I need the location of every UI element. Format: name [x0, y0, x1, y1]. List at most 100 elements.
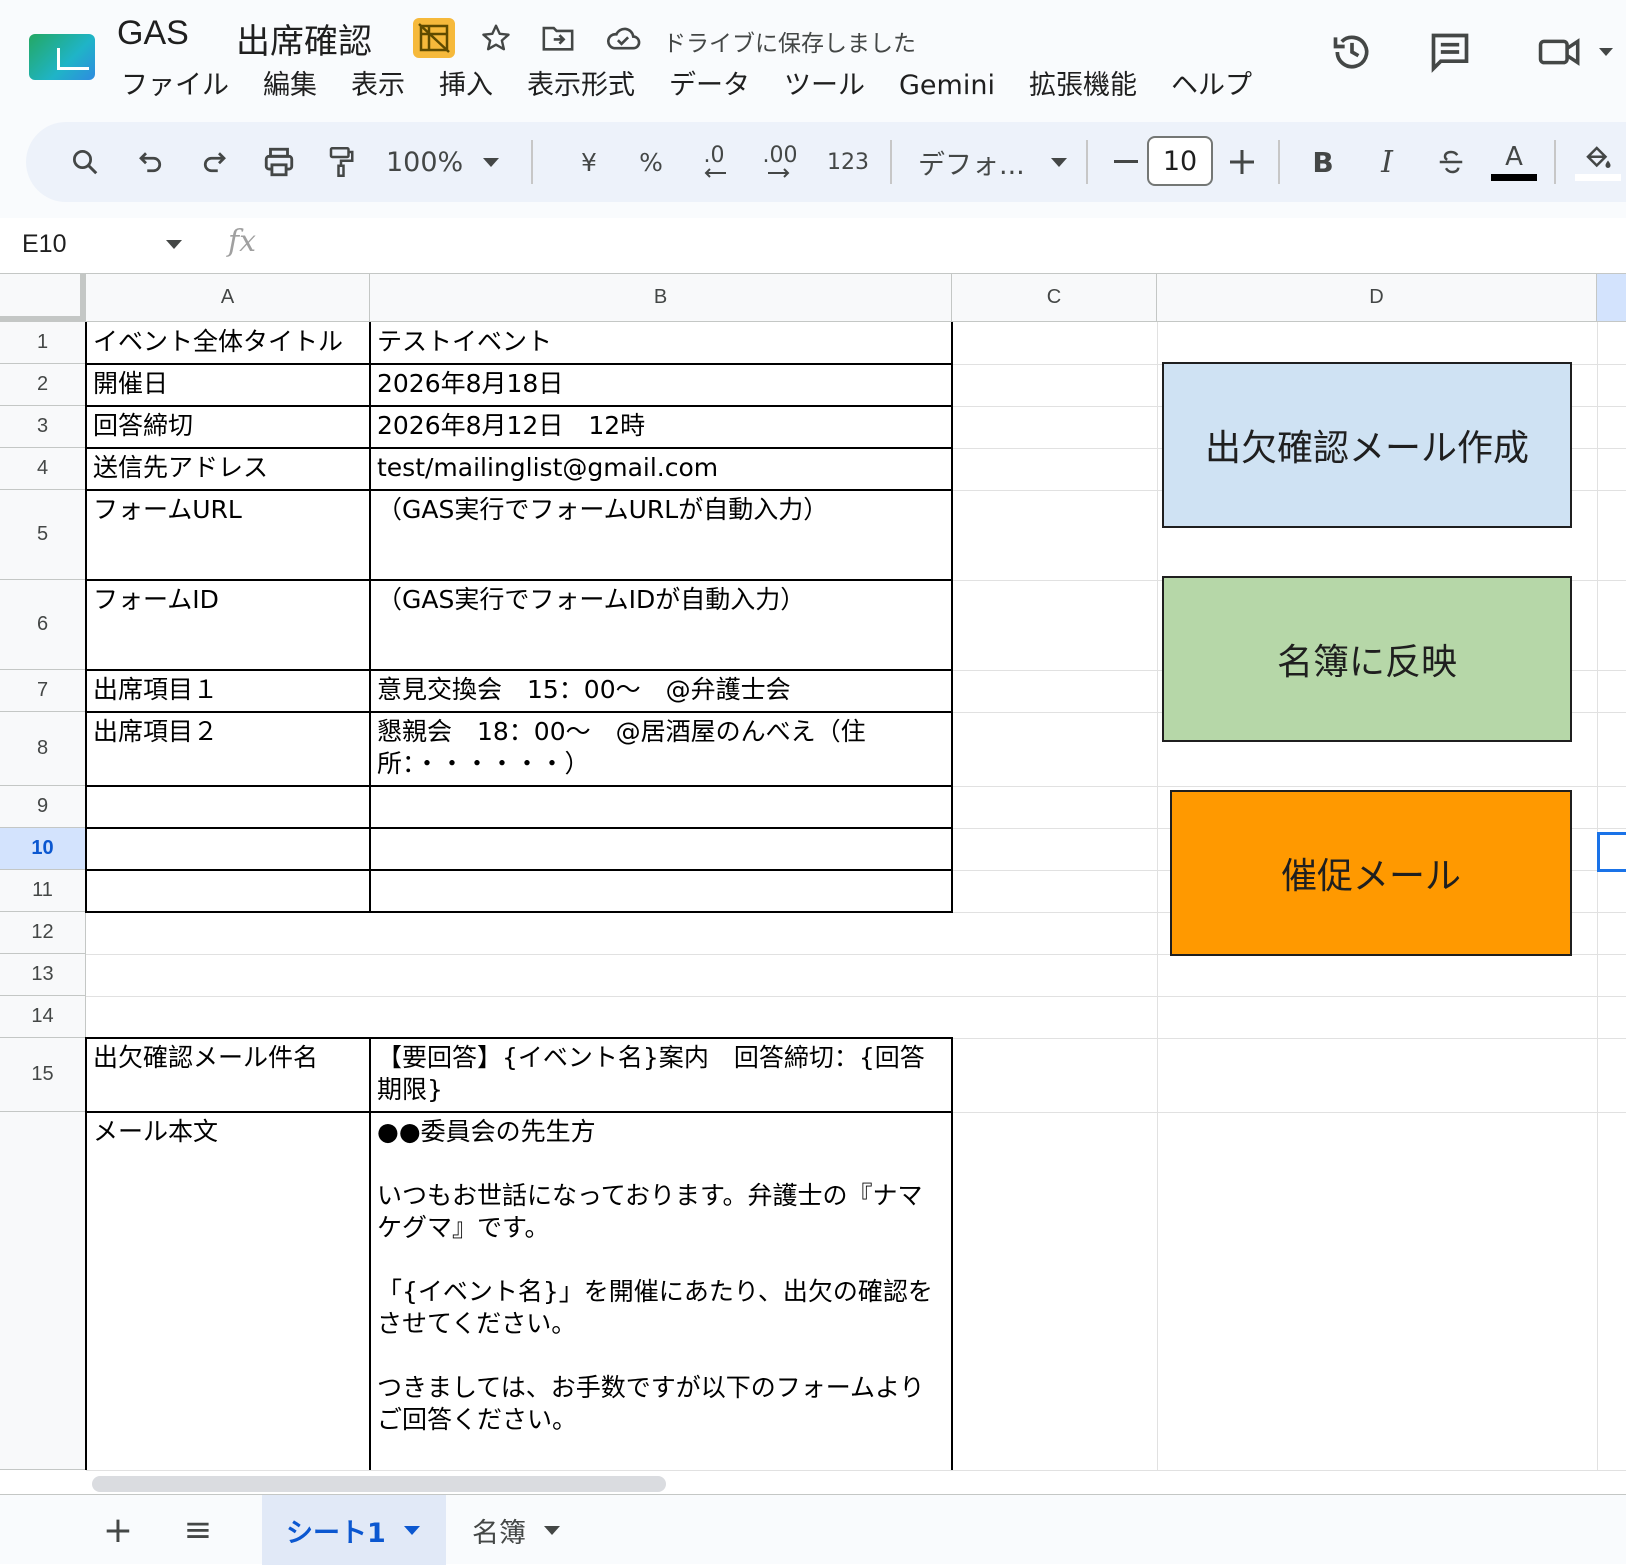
- reminder-mail-button[interactable]: 催促メール: [1170, 790, 1572, 956]
- increase-decimal-button[interactable]: .00: [750, 122, 810, 202]
- reflect-to-roster-button[interactable]: 名簿に反映: [1162, 576, 1572, 742]
- cell-a5[interactable]: フォームURL: [86, 490, 370, 580]
- decrease-decimal-button[interactable]: .0: [686, 122, 742, 202]
- horizontal-scrollbar[interactable]: [86, 1470, 1626, 1494]
- row-header-15[interactable]: 15: [0, 1038, 86, 1112]
- cell-a1[interactable]: イベント全体タイトル: [86, 322, 370, 364]
- all-sheets-button[interactable]: ≡: [176, 1495, 220, 1565]
- cell-a16[interactable]: メール本文: [86, 1112, 370, 1470]
- cell-b6[interactable]: （GAS実行でフォームIDが自動入力）: [370, 580, 952, 670]
- select-all-corner[interactable]: [0, 274, 86, 322]
- number-format-button[interactable]: 123: [818, 122, 878, 202]
- fill-color-icon[interactable]: [1570, 122, 1626, 202]
- menu-insert[interactable]: 挿入: [422, 66, 510, 106]
- comments-icon[interactable]: [1426, 28, 1474, 76]
- font-family-select[interactable]: デフォ...: [918, 122, 1078, 202]
- doc-title[interactable]: 出席確認: [236, 14, 372, 63]
- row-header-13[interactable]: 13: [0, 954, 86, 996]
- row-header-16[interactable]: [0, 1112, 86, 1470]
- cell-a7[interactable]: 出席項目１: [86, 670, 370, 712]
- italic-button[interactable]: I: [1362, 122, 1412, 202]
- cell-b5[interactable]: （GAS実行でフォームURLが自動入力）: [370, 490, 952, 580]
- row-header-6[interactable]: 6: [0, 580, 86, 670]
- row-header-5[interactable]: 5: [0, 490, 86, 580]
- menu-data[interactable]: データ: [652, 66, 767, 106]
- star-icon[interactable]: [478, 20, 514, 56]
- undo-icon[interactable]: [126, 122, 176, 202]
- menu-tools[interactable]: ツール: [767, 66, 882, 106]
- meet-dropdown-icon[interactable]: [1594, 40, 1618, 64]
- redo-icon[interactable]: [189, 122, 239, 202]
- menu-view[interactable]: 表示: [334, 66, 422, 106]
- version-history-icon[interactable]: [1328, 28, 1376, 76]
- row-header-10[interactable]: 10: [0, 828, 86, 870]
- menu-help[interactable]: ヘルプ: [1154, 66, 1269, 106]
- cell-b7[interactable]: 意見交換会 15：00〜 @弁護士会: [370, 670, 952, 712]
- menu-gemini[interactable]: Gemini: [882, 66, 1012, 106]
- create-attendance-mail-button[interactable]: 出欠確認メール作成: [1162, 362, 1572, 528]
- print-icon[interactable]: [254, 122, 304, 202]
- cell-a15[interactable]: 出欠確認メール件名: [86, 1038, 370, 1112]
- row-header-7[interactable]: 7: [0, 670, 86, 712]
- cell-b1[interactable]: テストイベント: [370, 322, 952, 364]
- row-header-11[interactable]: 11: [0, 870, 86, 912]
- row-header-4[interactable]: 4: [0, 448, 86, 490]
- font-size-decrease-button[interactable]: [1106, 122, 1146, 202]
- chevron-down-icon[interactable]: [166, 240, 182, 249]
- row-header-8[interactable]: 8: [0, 712, 86, 786]
- font-size-increase-button[interactable]: [1222, 122, 1262, 202]
- formula-bar: E10 fx: [0, 218, 1626, 274]
- table-border: [85, 579, 953, 581]
- meet-video-icon[interactable]: [1535, 28, 1585, 76]
- chevron-down-icon[interactable]: [544, 1525, 560, 1535]
- strikethrough-icon[interactable]: [1426, 122, 1476, 202]
- row-header-1[interactable]: 1: [0, 322, 86, 364]
- cell-b4[interactable]: test/mailinglist@gmail.com: [370, 448, 952, 490]
- sheet-tab-sheet1[interactable]: シート1: [262, 1495, 446, 1565]
- row-header-12[interactable]: 12: [0, 912, 86, 954]
- row-header-14[interactable]: 14: [0, 996, 86, 1038]
- table-view-icon[interactable]: [413, 18, 455, 58]
- horizontal-scrollbar-thumb[interactable]: [92, 1476, 666, 1492]
- menu-edit[interactable]: 編集: [246, 66, 334, 106]
- currency-format-button[interactable]: ¥: [564, 122, 614, 202]
- cell-b8[interactable]: 懇親会 18：00〜 @居酒屋のんべえ（住所：・・・・・・）: [370, 712, 952, 786]
- cloud-saved-icon[interactable]: [603, 20, 643, 56]
- search-icon[interactable]: [60, 122, 110, 202]
- cell-a6[interactable]: フォームID: [86, 580, 370, 670]
- cell-b3[interactable]: 2026年8月12日 12時: [370, 406, 952, 448]
- column-header-e[interactable]: [1597, 274, 1626, 322]
- paint-format-icon[interactable]: [316, 122, 366, 202]
- sheet-tab-roster[interactable]: 名簿: [448, 1495, 588, 1565]
- zoom-select[interactable]: 100%: [386, 122, 526, 202]
- formula-input[interactable]: [280, 228, 1600, 264]
- cell-b16[interactable]: ●●委員会の先生方 いつもお世話になっております。弁護士の『ナマケグマ』です。 …: [370, 1112, 952, 1470]
- row-header-9[interactable]: 9: [0, 786, 86, 828]
- doc-title-prefix[interactable]: GAS: [117, 14, 189, 53]
- menu-extensions[interactable]: 拡張機能: [1012, 66, 1154, 106]
- cell-a2[interactable]: 開催日: [86, 364, 370, 406]
- cell-a3[interactable]: 回答締切: [86, 406, 370, 448]
- row-header-3[interactable]: 3: [0, 406, 86, 448]
- name-box[interactable]: E10: [22, 230, 66, 259]
- menu-file[interactable]: ファイル: [104, 66, 246, 106]
- cell-a8[interactable]: 出席項目２: [86, 712, 370, 786]
- bold-button[interactable]: B: [1298, 122, 1348, 202]
- column-header-b[interactable]: B: [370, 274, 952, 322]
- chevron-down-icon[interactable]: [403, 1525, 420, 1535]
- font-size-input[interactable]: 10: [1147, 136, 1213, 186]
- selected-cell-e10[interactable]: [1597, 832, 1626, 872]
- column-header-a[interactable]: A: [86, 274, 370, 322]
- menu-format[interactable]: 表示形式: [510, 66, 652, 106]
- sheets-logo-icon[interactable]: [29, 34, 95, 80]
- column-header-d[interactable]: D: [1157, 274, 1597, 322]
- row-header-2[interactable]: 2: [0, 364, 86, 406]
- cell-b15[interactable]: 【要回答】{イベント名}案内 回答締切：{回答期限}: [370, 1038, 952, 1112]
- cell-a4[interactable]: 送信先アドレス: [86, 448, 370, 490]
- add-sheet-button[interactable]: +: [96, 1495, 140, 1565]
- text-color-button[interactable]: A: [1486, 122, 1542, 202]
- cell-b2[interactable]: 2026年8月18日: [370, 364, 952, 406]
- column-header-c[interactable]: C: [952, 274, 1157, 322]
- move-folder-icon[interactable]: [540, 20, 576, 56]
- percent-format-button[interactable]: %: [626, 122, 676, 202]
